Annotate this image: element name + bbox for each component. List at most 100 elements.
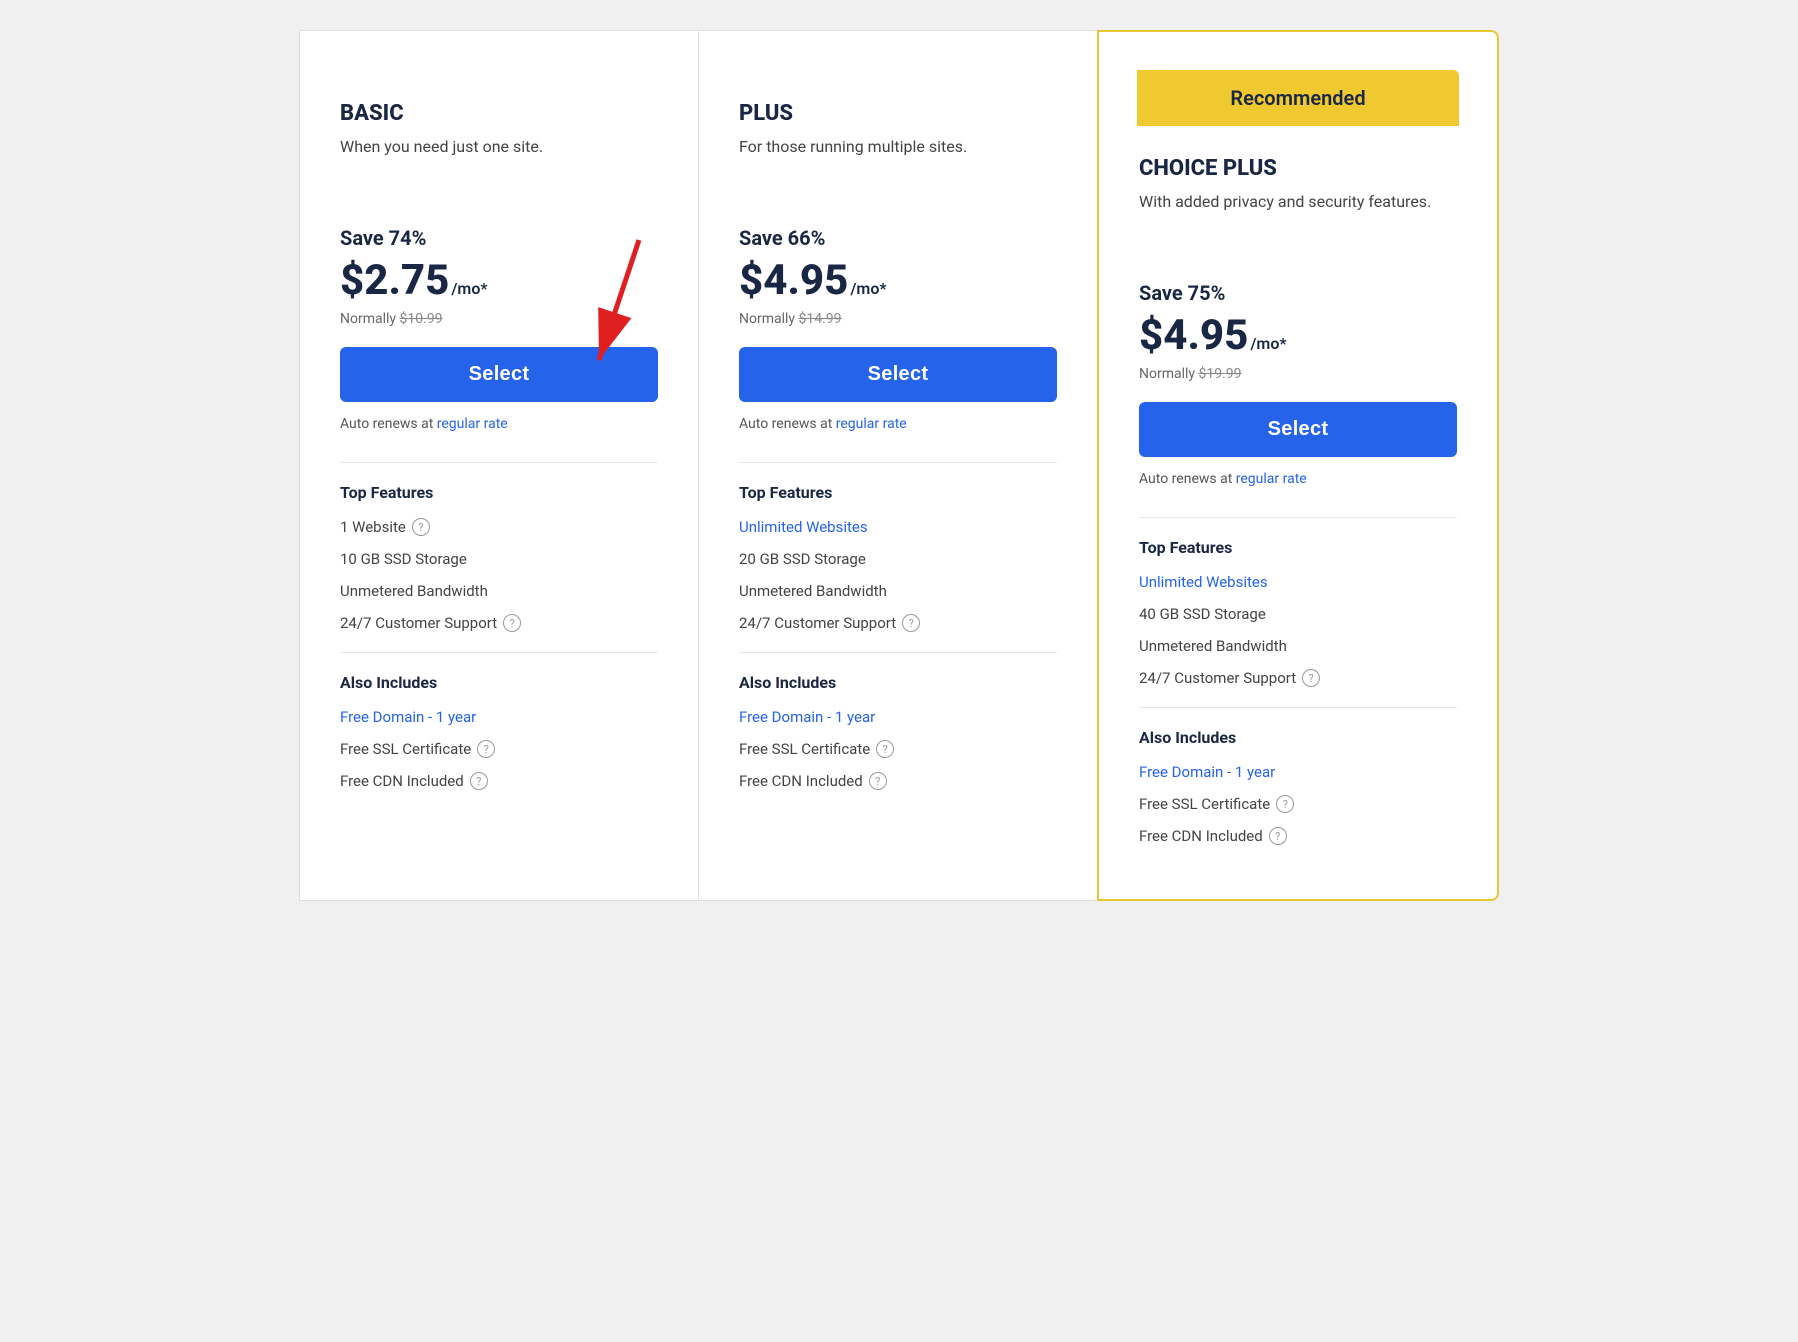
divider [340,462,658,463]
auto-renew-text: Auto renews at regular rate [739,416,1057,432]
feature-text: 1 Website [340,518,406,536]
extra-item-1-2: Free CDN Included? [739,772,1057,790]
feature-item-0-2: Unmetered Bandwidth [340,582,658,600]
price-suffix: /mo* [1250,334,1286,353]
info-icon[interactable]: ? [1302,669,1320,687]
price-row: $4.95 /mo* [1139,311,1457,360]
price-dollar: $2.75 [340,256,449,305]
divider [739,462,1057,463]
feature-item-1-1: 20 GB SSD Storage [739,550,1057,568]
auto-renew-text: Auto renews at regular rate [340,416,658,432]
feature-item-0-3: 24/7 Customer Support? [340,614,658,632]
original-price: $19.99 [1199,366,1242,382]
also-includes-title: Also Includes [739,673,1057,692]
extra-link[interactable]: Free Domain - 1 year [739,708,875,726]
feature-item-2-2: Unmetered Bandwidth [1139,637,1457,655]
extra-text: Free SSL Certificate [340,740,471,758]
original-price: $14.99 [799,311,842,327]
info-icon[interactable]: ? [470,772,488,790]
extra-item-1-1: Free SSL Certificate? [739,740,1057,758]
feature-link[interactable]: Unlimited Websites [1139,573,1268,591]
feature-text: 10 GB SSD Storage [340,550,467,568]
regular-rate-link[interactable]: regular rate [836,416,907,432]
feature-item-2-3: 24/7 Customer Support? [1139,669,1457,687]
info-icon[interactable]: ? [477,740,495,758]
extra-text: Free CDN Included [739,772,863,790]
extra-link[interactable]: Free Domain - 1 year [1139,763,1275,781]
info-icon[interactable]: ? [503,614,521,632]
normally-row: Normally $14.99 [739,311,1057,327]
normally-row: Normally $19.99 [1139,366,1457,382]
feature-text: Unmetered Bandwidth [340,582,488,600]
feature-item-2-1: 40 GB SSD Storage [1139,605,1457,623]
feature-link[interactable]: Unlimited Websites [739,518,868,536]
original-price: $10.99 [400,311,443,327]
top-features-title: Top Features [1139,538,1457,557]
price-suffix: /mo* [451,279,487,298]
feature-text: 24/7 Customer Support [1139,669,1296,687]
select-button-choice-plus[interactable]: Select [1139,402,1457,457]
plan-name: BASIC [340,101,658,126]
feature-text: 24/7 Customer Support [340,614,497,632]
extra-item-0-1: Free SSL Certificate? [340,740,658,758]
feature-item-0-1: 10 GB SSD Storage [340,550,658,568]
feature-item-1-3: 24/7 Customer Support? [739,614,1057,632]
price-dollar: $4.95 [739,256,848,305]
extra-text: Free CDN Included [340,772,464,790]
info-icon[interactable]: ? [902,614,920,632]
normally-row: Normally $10.99 [340,311,658,327]
plan-name: PLUS [739,101,1057,126]
plan-card-plus: PLUS For those running multiple sites. Sav… [699,30,1097,901]
extra-item-1-0: Free Domain - 1 year [739,708,1057,726]
save-text: Save 75% [1139,281,1457,305]
also-includes-title: Also Includes [340,673,658,692]
info-icon[interactable]: ? [1269,827,1287,845]
pricing-container: BASIC When you need just one site. Save 74… [299,30,1499,901]
divider-2 [739,652,1057,653]
extra-item-0-2: Free CDN Included? [340,772,658,790]
plan-card-basic: BASIC When you need just one site. Save 74… [299,30,699,901]
info-icon[interactable]: ? [412,518,430,536]
plan-desc: For those running multiple sites. [739,136,1057,196]
extra-item-2-0: Free Domain - 1 year [1139,763,1457,781]
regular-rate-link[interactable]: regular rate [437,416,508,432]
feature-item-2-0: Unlimited Websites [1139,573,1457,591]
divider-2 [340,652,658,653]
feature-text: 40 GB SSD Storage [1139,605,1266,623]
info-icon[interactable]: ? [869,772,887,790]
plan-desc: When you need just one site. [340,136,658,196]
extra-link[interactable]: Free Domain - 1 year [340,708,476,726]
feature-item-1-0: Unlimited Websites [739,518,1057,536]
info-icon[interactable]: ? [876,740,894,758]
info-icon[interactable]: ? [1276,795,1294,813]
price-row: $4.95 /mo* [739,256,1057,305]
regular-rate-link[interactable]: regular rate [1236,471,1307,487]
plan-desc: With added privacy and security features… [1139,191,1457,251]
also-includes-title: Also Includes [1139,728,1457,747]
extra-text: Free SSL Certificate [739,740,870,758]
feature-text: 20 GB SSD Storage [739,550,866,568]
auto-renew-text: Auto renews at regular rate [1139,471,1457,487]
divider [1139,517,1457,518]
extra-text: Free CDN Included [1139,827,1263,845]
price-row: $2.75 /mo* [340,256,658,305]
plan-card-choice-plus: RecommendedCHOICE PLUSWith added privacy… [1097,30,1499,901]
save-text: Save 66% [739,226,1057,250]
top-features-title: Top Features [340,483,658,502]
feature-item-0-0: 1 Website? [340,518,658,536]
feature-text: Unmetered Bandwidth [739,582,887,600]
plan-name: CHOICE PLUS [1139,156,1457,181]
extra-item-2-2: Free CDN Included? [1139,827,1457,845]
feature-text: Unmetered Bandwidth [1139,637,1287,655]
extra-item-2-1: Free SSL Certificate? [1139,795,1457,813]
extra-item-0-0: Free Domain - 1 year [340,708,658,726]
select-button-basic[interactable]: Select [340,347,658,402]
extra-text: Free SSL Certificate [1139,795,1270,813]
save-text: Save 74% [340,226,658,250]
price-suffix: /mo* [850,279,886,298]
feature-text: 24/7 Customer Support [739,614,896,632]
divider-2 [1139,707,1457,708]
feature-item-1-2: Unmetered Bandwidth [739,582,1057,600]
top-features-title: Top Features [739,483,1057,502]
select-button-plus[interactable]: Select [739,347,1057,402]
